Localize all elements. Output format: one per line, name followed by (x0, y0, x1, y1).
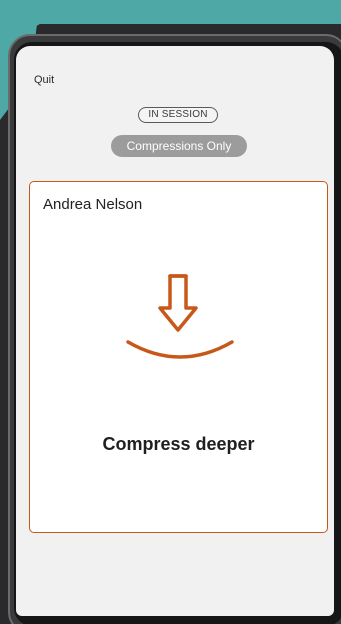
compress-down-arrow-icon (126, 274, 234, 359)
quit-button[interactable]: Quit (34, 74, 54, 86)
patient-name: Andrea Nelson (43, 196, 143, 213)
status-badge: IN SESSION (138, 107, 218, 123)
feedback-card: Andrea Nelson Compress deeper (29, 181, 328, 533)
feedback-message: Compress deeper (102, 434, 255, 454)
mode-badge: Compressions Only (111, 135, 247, 157)
app-screen: Quit IN SESSION Compressions Only Andrea… (16, 46, 334, 616)
